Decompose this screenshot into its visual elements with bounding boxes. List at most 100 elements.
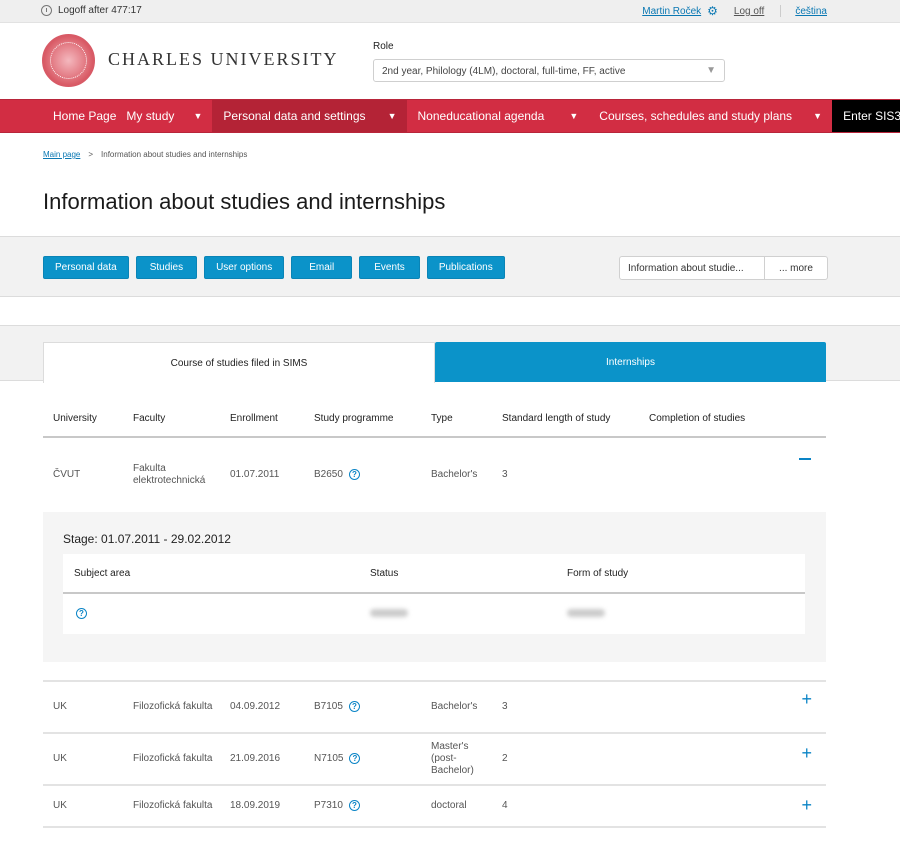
help-icon[interactable]: ? [348, 468, 360, 480]
header-form-of-study: Form of study [567, 567, 629, 579]
nav-courses-schedules[interactable]: Courses, schedules and study plans ▼ [588, 100, 832, 132]
header-study-programme: Study programme [314, 412, 394, 424]
cell-length: 4 [502, 800, 508, 811]
nav-personal-data-settings[interactable]: Personal data and settings ▼ [212, 100, 407, 132]
events-button[interactable]: Events [359, 256, 420, 279]
role-select-value: 2nd year, Philology (4LM), doctoral, ful… [382, 66, 626, 77]
main-nav: Home Page My study ▼ Personal data and s… [0, 99, 900, 133]
nav-home-page[interactable]: Home Page [0, 100, 126, 132]
studies-button[interactable]: Studies [135, 256, 198, 279]
header-university: University [53, 412, 97, 424]
cell-enrollment: 04.09.2012 [230, 701, 281, 712]
nav-label: My study [126, 109, 175, 123]
role-select[interactable]: 2nd year, Philology (4LM), doctoral, ful… [373, 59, 725, 82]
tab-internships[interactable]: Internships [435, 342, 826, 382]
gear-icon[interactable]: ⚙ [707, 5, 718, 17]
table-row[interactable]: UK Filozofická fakulta 21.09.2016 N7105?… [43, 734, 826, 786]
stage-table-header: Subject area Status Form of study [63, 554, 805, 594]
breadcrumb-home-link[interactable]: Main page [43, 150, 80, 159]
email-button[interactable]: Email [291, 256, 353, 279]
help-icon[interactable]: ? [76, 608, 87, 620]
breadcrumb: Main page > Information about studies an… [43, 150, 247, 159]
nav-enter-sis3[interactable]: Enter SIS3 ↗ [832, 100, 900, 132]
page-title: Information about studies and internship… [43, 189, 446, 214]
table-header: University Faculty Enrollment Study prog… [43, 400, 826, 438]
header-type: Type [431, 412, 453, 424]
current-page-button[interactable]: Information about studie... [620, 257, 765, 279]
caret-down-icon[interactable]: ▼ [544, 111, 578, 121]
tab-course-of-studies[interactable]: Course of studies filed in SIMS [43, 342, 435, 383]
stage-table: Subject area Status Form of study ? [63, 554, 805, 634]
table-row[interactable]: UK Filozofická fakulta 04.09.2012 B7105?… [43, 682, 826, 734]
top-bar: Logoff after 477:17 Martin Roček ⚙ Log o… [0, 0, 900, 23]
more-button[interactable]: ... more [765, 257, 827, 279]
cell-type: Bachelor's [431, 701, 478, 712]
cell-enrollment: 01.07.2011 [230, 469, 280, 480]
cell-programme: P7310? [304, 799, 421, 812]
nav-my-study[interactable]: My study ▼ [126, 100, 212, 132]
user-name-link[interactable]: Martin Roček [642, 6, 701, 17]
studies-table: University Faculty Enrollment Study prog… [43, 400, 826, 828]
logoff-link[interactable]: Log off [734, 6, 764, 17]
stage-detail-panel: Stage: 01.07.2011 - 29.02.2012 Subject a… [43, 512, 826, 662]
blurred-status-value [370, 608, 408, 617]
nav-noneducational-agenda[interactable]: Noneducational agenda ▼ [407, 100, 589, 132]
cell-type: Master's (post-Bachelor) [431, 741, 474, 776]
table-row[interactable]: ČVUT Fakulta elektrotechnická 01.07.2011… [43, 438, 826, 512]
nav-label: Courses, schedules and study plans [599, 109, 793, 123]
cell-programme: B2650? [304, 468, 421, 481]
header-subject-area: Subject area [74, 567, 131, 579]
cell-programme: B7105? [304, 700, 421, 713]
cell-enrollment: 21.09.2016 [230, 753, 281, 764]
table-row[interactable]: UK Filozofická fakulta 18.09.2019 P7310?… [43, 786, 826, 828]
timer-icon [41, 5, 52, 16]
university-seal-logo[interactable] [42, 34, 95, 87]
cell-length: 2 [502, 753, 508, 764]
role-label: Role [373, 41, 394, 52]
collapse-icon[interactable] [799, 458, 811, 460]
cell-programme: N7105? [304, 752, 421, 765]
header: CHARLES UNIVERSITY Role 2nd year, Philol… [0, 23, 900, 99]
personal-data-button[interactable]: Personal data [43, 256, 129, 279]
help-icon[interactable]: ? [348, 799, 360, 811]
nav-label: Home Page [53, 109, 117, 123]
programme-code: P7310 [314, 800, 343, 812]
cell-university: ČVUT [53, 469, 81, 480]
caret-down-icon[interactable]: ▼ [366, 111, 397, 121]
logoff-timer: Logoff after 477:17 [41, 5, 142, 16]
publications-button[interactable]: Publications [426, 256, 505, 279]
expand-icon[interactable]: + [801, 744, 812, 762]
user-options-button[interactable]: User options [204, 256, 285, 279]
cell-university: UK [53, 753, 67, 764]
more-pages-group: Information about studie... ... more [619, 256, 828, 280]
cell-length: 3 [502, 469, 508, 480]
cell-type: Bachelor's [431, 469, 478, 480]
tabs-bar: Course of studies filed in SIMS Internsh… [0, 325, 900, 383]
nav-label: Personal data and settings [223, 109, 366, 123]
header-status: Status [370, 567, 399, 579]
expand-icon[interactable]: + [801, 690, 812, 708]
cell-faculty: Filozofická fakulta [133, 800, 213, 811]
expand-icon[interactable]: + [801, 796, 812, 814]
blurred-form-value [567, 608, 605, 617]
sub-nav: Personal data Studies User options Email… [0, 236, 900, 297]
header-completion: Completion of studies [649, 412, 746, 424]
nav-label: Enter SIS3 [843, 109, 900, 123]
divider [43, 662, 826, 682]
help-icon[interactable]: ? [349, 752, 361, 764]
caret-down-icon[interactable]: ▼ [174, 111, 202, 121]
cell-length: 3 [502, 701, 508, 712]
brand-name[interactable]: CHARLES UNIVERSITY [108, 49, 339, 70]
cell-university: UK [53, 800, 67, 811]
dropdown-arrow-icon: ▼ [706, 65, 716, 76]
language-link[interactable]: čeština [795, 6, 827, 17]
header-standard-length: Standard length of study [502, 412, 611, 424]
cell-subject-area: ? [63, 608, 370, 620]
cell-enrollment: 18.09.2019 [230, 800, 281, 811]
caret-down-icon[interactable]: ▼ [792, 111, 822, 121]
divider [780, 5, 782, 17]
cell-university: UK [53, 701, 67, 712]
cell-faculty: Filozofická fakulta [133, 753, 213, 764]
help-icon[interactable]: ? [348, 700, 360, 712]
logoff-timer-text: Logoff after 477:17 [58, 5, 142, 16]
